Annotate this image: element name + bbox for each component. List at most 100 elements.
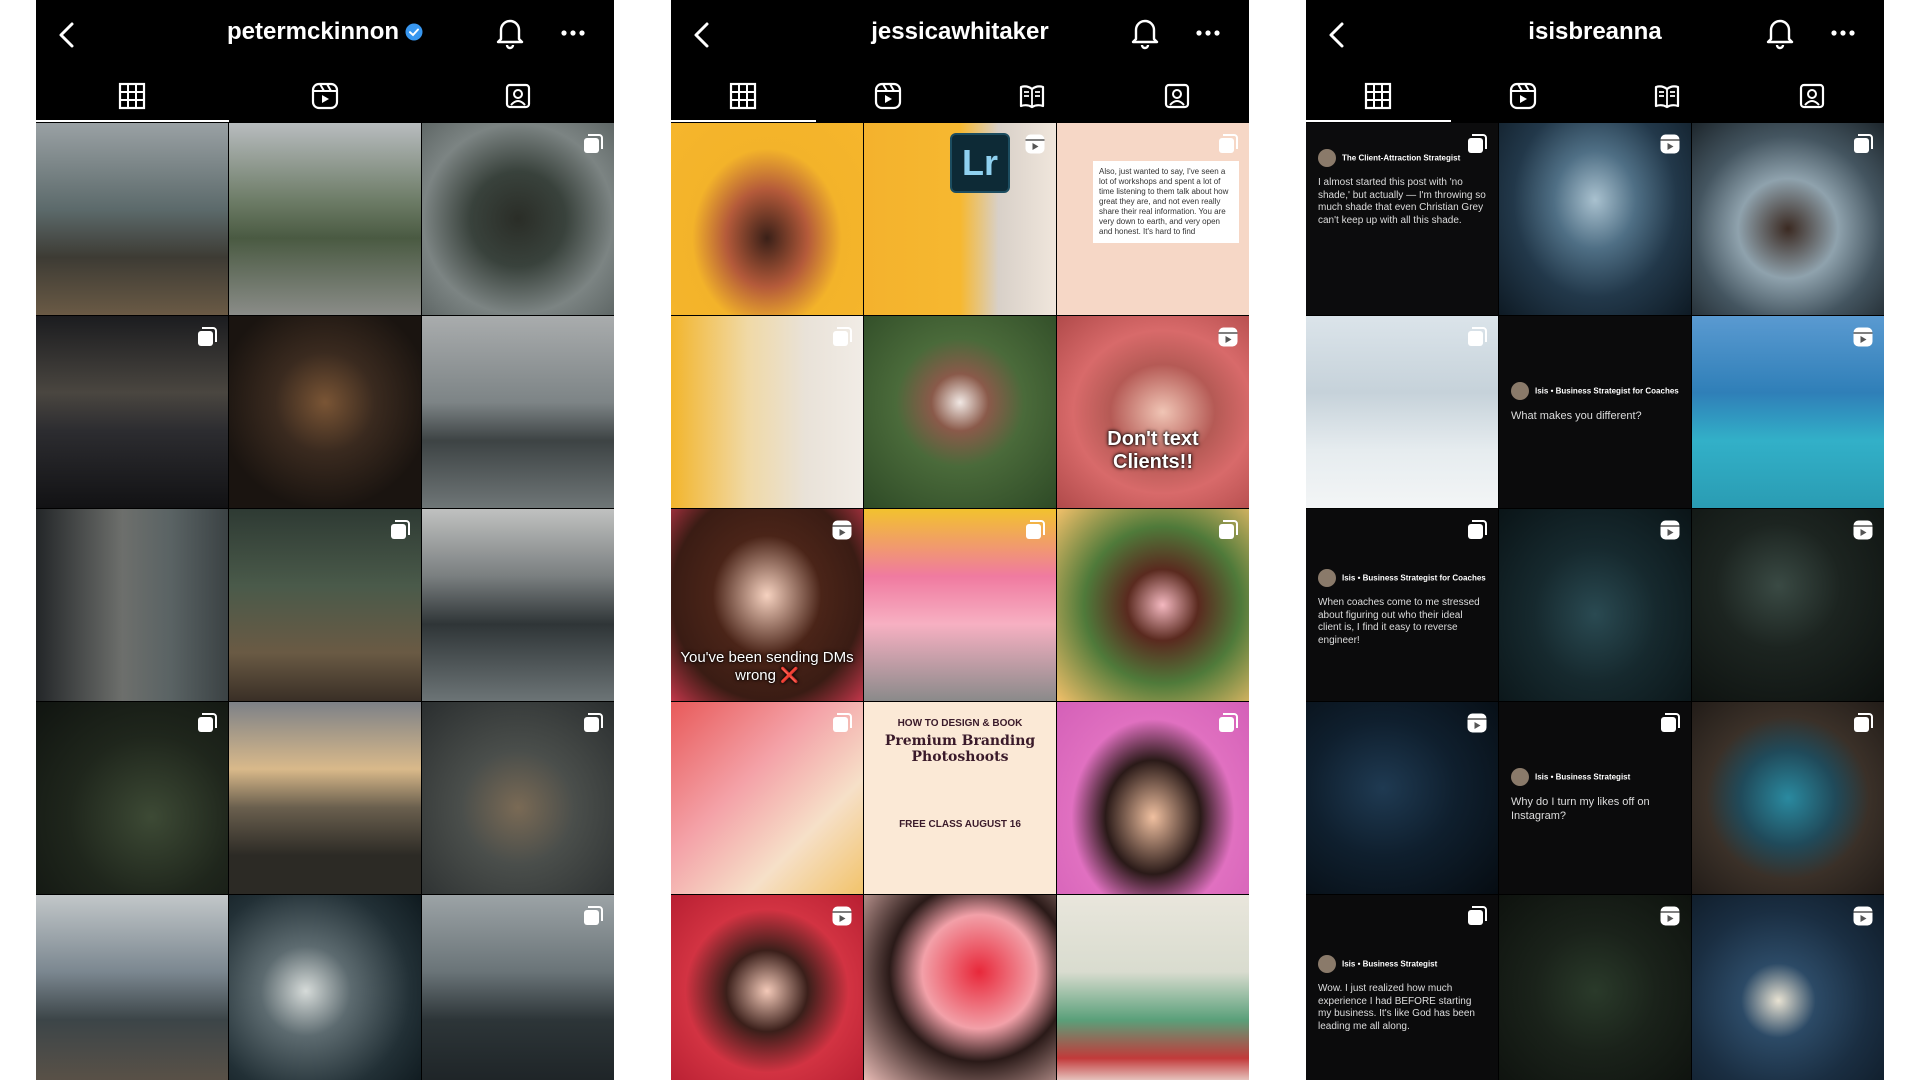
guides-icon [1652, 81, 1682, 111]
tweet-header: The Client-Attraction Strategist [1318, 149, 1486, 167]
tab-tagged[interactable] [1740, 70, 1885, 122]
tab-guides[interactable] [960, 70, 1105, 122]
tweet-author-name: The Client-Attraction Strategist [1342, 153, 1461, 163]
post-thumbnail[interactable] [36, 316, 228, 508]
post-thumbnail[interactable] [229, 123, 421, 315]
promo-kicker: HOW TO DESIGN & BOOK [897, 718, 1023, 729]
post-thumbnail[interactable]: Also, just wanted to say, I've seen a lo… [1057, 123, 1249, 315]
post-thumbnail[interactable] [422, 316, 614, 508]
post-thumbnail[interactable] [1692, 509, 1884, 701]
post-thumbnail[interactable] [36, 895, 228, 1080]
tab-reels[interactable] [816, 70, 961, 122]
post-thumbnail[interactable]: Isis • Business Strategist Wow. I just re… [1306, 895, 1498, 1080]
post-thumbnail[interactable]: Lr [864, 123, 1056, 315]
reel-badge-icon [1852, 326, 1874, 348]
username-text: petermckinnon [226, 18, 400, 45]
tagged-icon [1797, 81, 1827, 111]
post-thumbnail[interactable] [864, 316, 1056, 508]
tab-grid[interactable] [36, 70, 229, 122]
avatar [1318, 569, 1336, 587]
post-thumbnail[interactable]: Isis • Business Strategist Why do I turn … [1499, 702, 1691, 894]
tab-reels[interactable] [229, 70, 422, 122]
notification-bell-icon[interactable] [1127, 14, 1163, 50]
tab-tagged[interactable] [1105, 70, 1250, 122]
post-thumbnail[interactable] [36, 509, 228, 701]
reels-icon [310, 81, 340, 111]
post-thumbnail[interactable]: HOW TO DESIGN & BOOK Premium Branding Pho… [864, 702, 1056, 894]
carousel-badge-icon [1852, 133, 1874, 155]
post-thumbnail[interactable] [422, 702, 614, 894]
post-thumbnail[interactable] [1499, 895, 1691, 1080]
tab-tagged[interactable] [421, 70, 614, 122]
post-thumbnail[interactable]: Isis • Business Strategist for Coaches Wh… [1499, 316, 1691, 508]
post-thumbnail[interactable] [864, 509, 1056, 701]
notification-bell-icon[interactable] [1762, 14, 1798, 50]
reel-badge-icon [831, 905, 853, 927]
post-thumbnail[interactable] [229, 895, 421, 1080]
post-thumbnail[interactable]: You've been sending DMs wrong ❌ [671, 509, 863, 701]
tagged-icon [503, 81, 533, 111]
avatar [1318, 149, 1336, 167]
username-text: jessicawhitaker [871, 18, 1049, 45]
post-thumbnail[interactable] [671, 702, 863, 894]
post-thumbnail[interactable] [422, 123, 614, 315]
tweet-card: Isis • Business Strategist for Coaches Wh… [1511, 382, 1679, 424]
reel-badge-icon [1852, 905, 1874, 927]
profile-panel-3: isisbreanna The Client-Attraction Strateg… [1306, 0, 1884, 1080]
tab-reels[interactable] [1451, 70, 1596, 122]
message-screenshot-text: Also, just wanted to say, I've seen a lo… [1093, 161, 1239, 243]
post-thumbnail[interactable] [671, 895, 863, 1080]
post-thumbnail[interactable] [422, 509, 614, 701]
reel-badge-icon [1024, 133, 1046, 155]
post-thumbnail[interactable] [1692, 895, 1884, 1080]
more-options-icon[interactable] [1826, 16, 1860, 50]
post-thumbnail[interactable] [864, 895, 1056, 1080]
post-thumbnail[interactable] [1499, 509, 1691, 701]
post-thumbnail[interactable] [36, 123, 228, 315]
post-thumbnail[interactable]: Don't text Clients!! [1057, 316, 1249, 508]
carousel-badge-icon [1217, 133, 1239, 155]
post-thumbnail[interactable] [1306, 702, 1498, 894]
post-thumbnail[interactable] [36, 702, 228, 894]
reel-badge-icon [1852, 519, 1874, 541]
reel-badge-icon [1466, 712, 1488, 734]
post-thumbnail[interactable] [671, 316, 863, 508]
post-thumbnail[interactable] [1306, 316, 1498, 508]
post-thumbnail[interactable] [1692, 702, 1884, 894]
notification-bell-icon[interactable] [492, 14, 528, 50]
reels-icon [873, 81, 903, 111]
post-thumbnail[interactable] [1692, 123, 1884, 315]
carousel-badge-icon [831, 712, 853, 734]
post-thumbnail[interactable] [671, 123, 863, 315]
carousel-badge-icon [196, 326, 218, 348]
carousel-badge-icon [1217, 519, 1239, 541]
carousel-badge-icon [582, 905, 604, 927]
post-thumbnail[interactable]: Isis • Business Strategist for Coaches Wh… [1306, 509, 1498, 701]
post-thumbnail[interactable] [422, 895, 614, 1080]
tab-grid[interactable] [1306, 70, 1451, 122]
tweet-author-name: Isis • Business Strategist [1535, 772, 1631, 782]
post-thumbnail[interactable] [229, 702, 421, 894]
post-thumbnail[interactable] [1499, 123, 1691, 315]
post-thumbnail[interactable] [229, 509, 421, 701]
carousel-badge-icon [1466, 326, 1488, 348]
post-thumbnail[interactable]: The Client-Attraction Strategist I almost… [1306, 123, 1498, 315]
post-thumbnail[interactable] [1057, 702, 1249, 894]
tab-grid[interactable] [671, 70, 816, 122]
grid-icon [728, 81, 758, 111]
post-thumbnail[interactable] [1057, 509, 1249, 701]
profile-panel-2: jessicawhitaker Lr Also, just wanted to sa… [671, 0, 1249, 1080]
verified-badge-icon [405, 20, 423, 41]
post-thumbnail[interactable] [1057, 895, 1249, 1080]
reel-badge-icon [1659, 133, 1681, 155]
class-promo-graphic: HOW TO DESIGN & BOOK Premium Branding Pho… [864, 702, 1056, 830]
tweet-header: Isis • Business Strategist [1511, 768, 1679, 786]
post-thumbnail[interactable] [1692, 316, 1884, 508]
post-thumbnail[interactable] [229, 316, 421, 508]
tab-guides[interactable] [1595, 70, 1740, 122]
tweet-text: Wow. I just realized how much experience… [1318, 983, 1475, 1032]
carousel-badge-icon [1852, 712, 1874, 734]
carousel-badge-icon [1466, 905, 1488, 927]
more-options-icon[interactable] [556, 16, 590, 50]
more-options-icon[interactable] [1191, 16, 1225, 50]
